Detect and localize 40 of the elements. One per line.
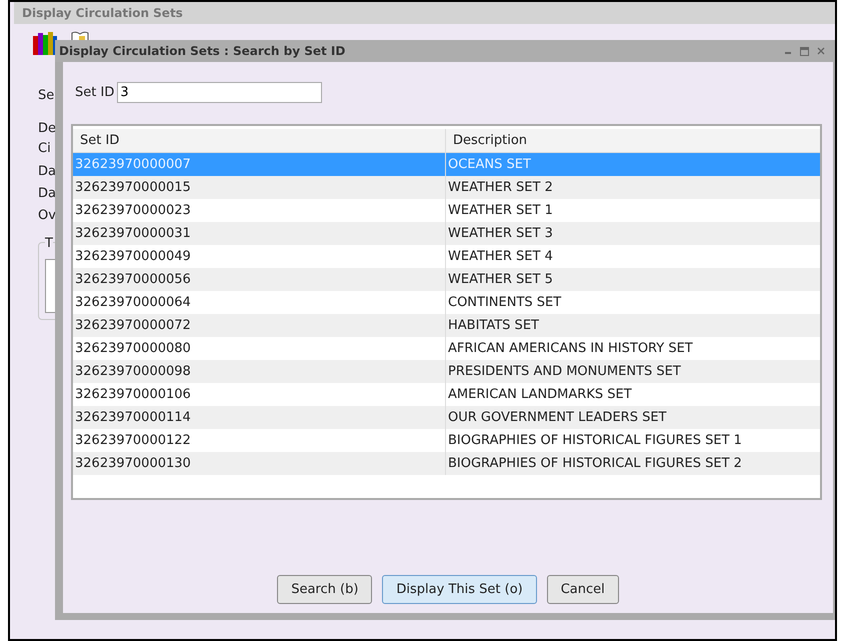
table-cell-text: OCEANS SET	[447, 156, 532, 174]
maximize-icon[interactable]	[800, 46, 809, 56]
close-icon[interactable]	[817, 47, 825, 55]
field-label: Ov	[38, 208, 56, 224]
table-cell-text: WEATHER SET 4	[447, 248, 554, 266]
dialog-title: Display Circulation Sets : Search by Set ID	[59, 43, 346, 60]
books-icon[interactable]	[32, 30, 58, 56]
table-cell-text: WEATHER SET 2	[447, 178, 554, 197]
dialog-button[interactable]: Display This Set (o)	[382, 575, 537, 604]
field-label: De	[38, 121, 56, 137]
table-cell-text: HABITATS SET	[447, 316, 540, 335]
table-cell-text: WEATHER SET 5	[447, 270, 554, 289]
field-label: Da	[38, 186, 56, 202]
set-id-field[interactable]: 3	[117, 82, 322, 103]
table-row[interactable]: 32623970000072 HABITATS SET	[73, 314, 820, 337]
table-cell-text: CONTINENTS SET	[447, 294, 562, 312]
table-cell-text: OUR GOVERNMENT LEADERS SET	[447, 408, 668, 427]
dialog-button[interactable]: Search (b)	[277, 575, 372, 604]
table-row[interactable]: 32623970000056 WEATHER SET 5	[73, 268, 820, 291]
field-label: Da	[38, 164, 56, 180]
column-header[interactable]: Set ID	[73, 129, 446, 152]
field-label: Se	[38, 88, 56, 104]
table-row[interactable]: 32623970000098 PRESIDENTS AND MONUMENTS SET	[73, 360, 820, 383]
table-row[interactable]: 32623970000015 WEATHER SET 2	[73, 176, 820, 199]
window-title: Display Circulation Sets	[22, 5, 183, 22]
table-cell-text: AFRICAN AMERICANS IN HISTORY SET	[447, 340, 694, 358]
table-cell-text: PRESIDENTS AND MONUMENTS SET	[447, 362, 682, 381]
table-row[interactable]: 32623970000130 BIOGRAPHIES OF HISTORICAL FIGURES SET 2	[73, 452, 820, 475]
table-cell-text: WEATHER SET 3	[447, 224, 554, 243]
set-id-label: Set ID	[75, 84, 114, 102]
column-header[interactable]: Description	[446, 129, 820, 152]
table-row[interactable]: 32623970000114 OUR GOVERNMENT LEADERS SET	[73, 406, 820, 429]
table-cell-text: AMERICAN LANDMARKS SET	[447, 386, 633, 404]
table-row[interactable]: 32623970000031 WEATHER SET 3	[73, 222, 820, 245]
field-label: Ci	[38, 141, 52, 157]
table-cell-text: BIOGRAPHIES OF HISTORICAL FIGURES SET 1	[447, 432, 743, 450]
table-cell-text: BIOGRAPHIES OF HISTORICAL FIGURES SET 2	[447, 454, 743, 473]
table-cell-text: WEATHER SET 1	[447, 202, 554, 220]
table-cell: 32623970000130	[73, 452, 446, 475]
dialog-button[interactable]: Cancel	[546, 575, 619, 604]
